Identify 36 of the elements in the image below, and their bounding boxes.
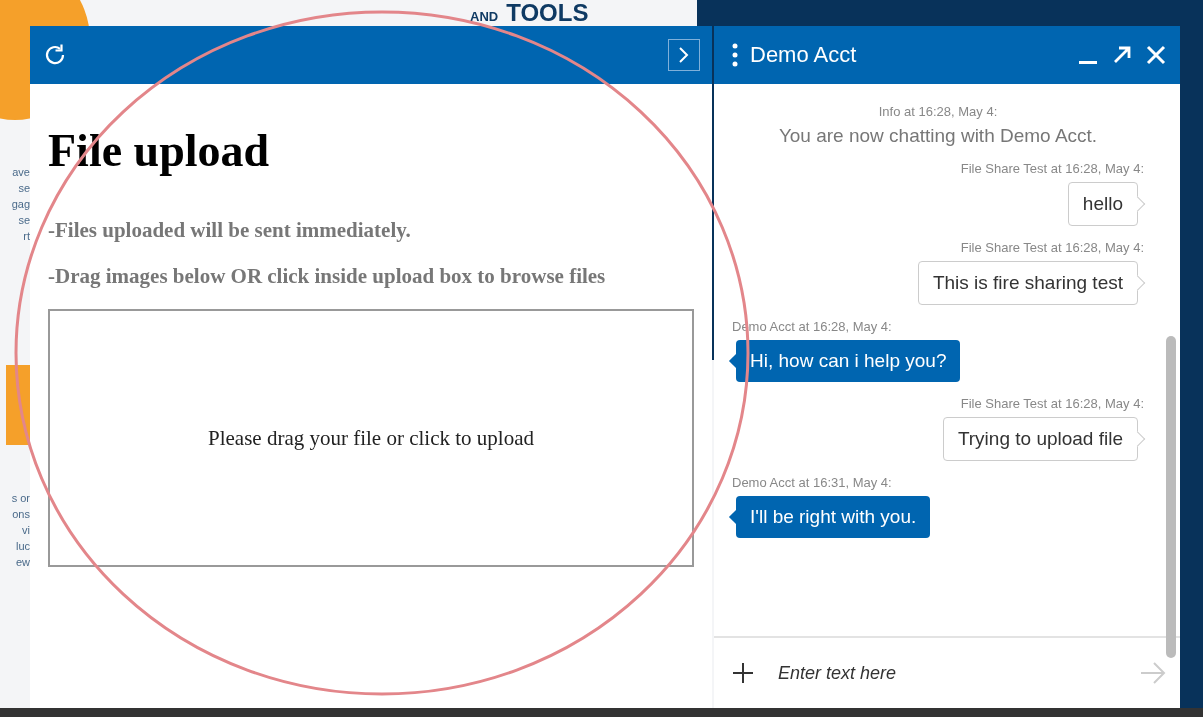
menu-button[interactable]	[732, 43, 738, 67]
diagonal-arrow-icon	[1112, 45, 1132, 65]
arrow-right-icon	[1140, 662, 1166, 684]
expand-button[interactable]	[668, 39, 700, 71]
chevron-right-icon	[678, 46, 690, 64]
page-text: gag	[11, 198, 30, 210]
page-heading: TOOLS	[506, 1, 589, 25]
page-text: luc	[15, 540, 30, 552]
instruction-text: -Drag images below OR click inside upload box to browse files	[48, 263, 607, 289]
page-text: se	[18, 214, 30, 226]
message-meta: File Share Test at 16:28, May 4:	[960, 161, 1144, 176]
message-meta: Info at 16:28, May 4:	[878, 104, 998, 119]
page-text: rt	[23, 230, 30, 242]
page-text: ew	[15, 556, 30, 568]
instruction-text: -Files uploaded will be sent immediately.	[48, 217, 412, 243]
page-title: File upload	[48, 124, 271, 177]
page-text: s or	[11, 492, 30, 504]
close-button[interactable]	[1146, 45, 1166, 65]
attach-button[interactable]	[732, 662, 754, 684]
close-icon	[1146, 45, 1166, 65]
page-text: ave	[12, 166, 30, 178]
chat-title: Demo Acct	[750, 42, 858, 68]
message-meta: File Share Test at 16:28, May 4:	[960, 240, 1144, 255]
more-vertical-icon	[732, 43, 738, 67]
page-text: se	[18, 182, 30, 194]
minimize-icon	[1078, 60, 1098, 64]
page-heading: AND	[470, 10, 499, 23]
upload-drop-zone[interactable]: Please drag your file or click to upload	[48, 309, 694, 567]
info-message: You are now chatting with Demo Acct.	[777, 125, 1099, 147]
page-text: ons	[12, 508, 30, 520]
scrollbar[interactable]	[1166, 336, 1176, 658]
plus-icon	[732, 662, 754, 684]
message-meta: File Share Test at 16:28, May 4:	[960, 396, 1144, 411]
message-meta: Demo Acct at 16:31, May 4:	[732, 475, 892, 490]
page-text: vi	[22, 524, 30, 536]
popout-button[interactable]	[1112, 45, 1132, 65]
